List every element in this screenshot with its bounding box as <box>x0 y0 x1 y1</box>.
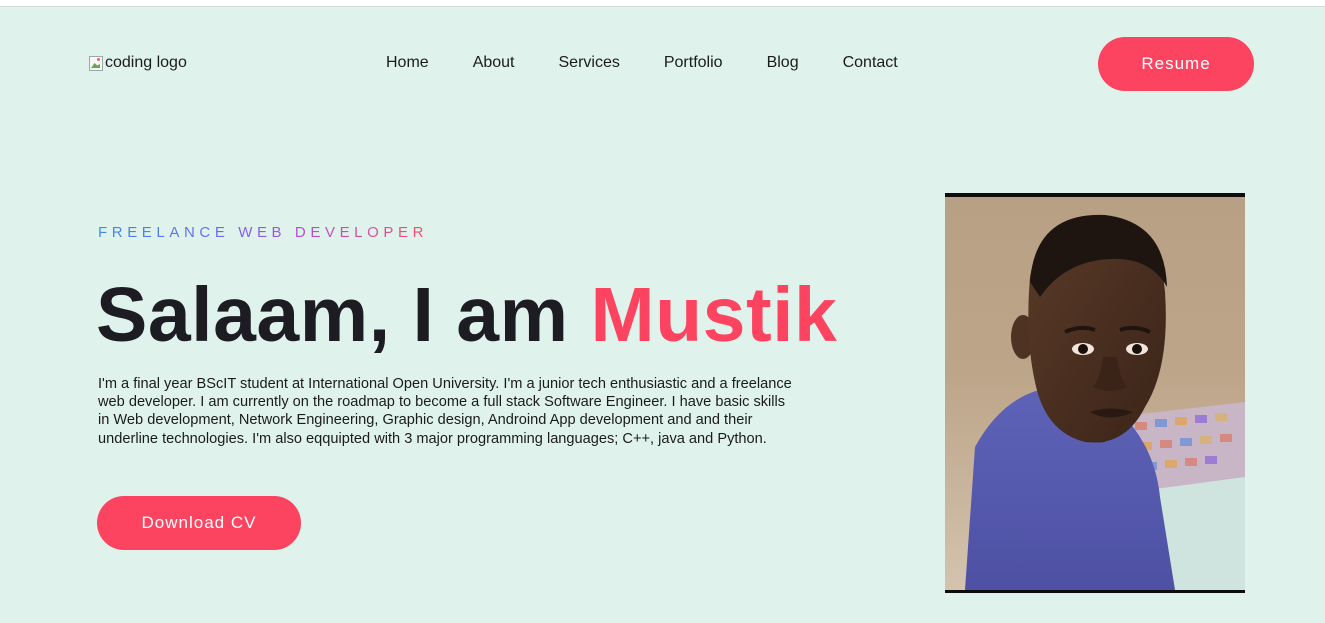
profile-photo <box>945 193 1245 593</box>
nav-about[interactable]: About <box>473 53 515 73</box>
nav-contact[interactable]: Contact <box>843 53 898 73</box>
hero-headline: Salaam, I am Mustik <box>96 269 837 361</box>
headline-prefix: Salaam, I am <box>96 272 591 358</box>
nav-blog[interactable]: Blog <box>767 53 799 73</box>
page: coding logo Home About Services Portfoli… <box>0 6 1325 623</box>
person-photo-icon <box>945 197 1245 590</box>
download-cv-button[interactable]: Download CV <box>97 496 301 550</box>
resume-button[interactable]: Resume <box>1098 37 1254 91</box>
nav-services[interactable]: Services <box>559 53 620 73</box>
nav-portfolio[interactable]: Portfolio <box>664 53 723 73</box>
site-logo[interactable]: coding logo <box>88 54 187 72</box>
broken-image-icon <box>88 55 104 71</box>
hero-bio: I'm a final year BScIT student at Intern… <box>98 376 792 447</box>
logo-alt-text: coding logo <box>105 54 187 71</box>
headline-name: Mustik <box>590 272 838 358</box>
nav-home[interactable]: Home <box>386 53 429 73</box>
main-nav: Home About Services Portfolio Blog Conta… <box>386 53 898 73</box>
hero-eyebrow: FREELANCE WEB DEVELOPER <box>98 224 429 241</box>
